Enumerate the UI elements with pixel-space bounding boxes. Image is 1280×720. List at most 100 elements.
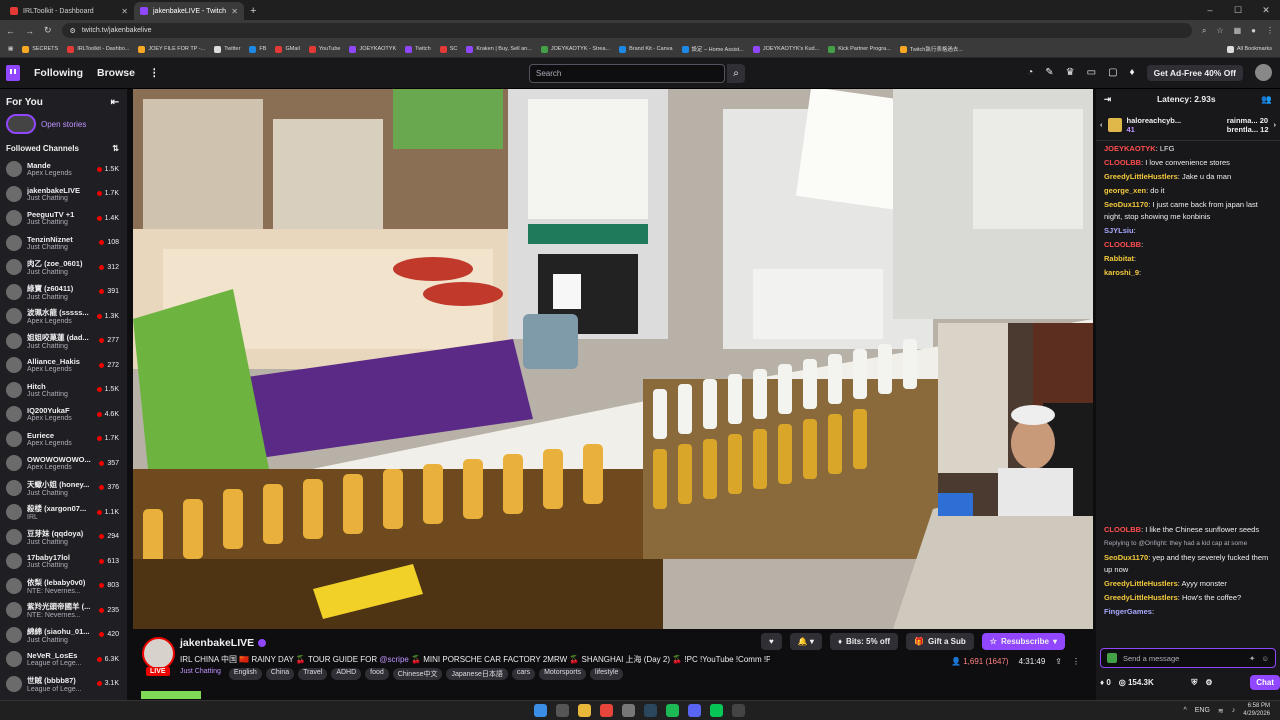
chat-username[interactable]: FingerGames xyxy=(1104,607,1152,616)
channel-avatar[interactable] xyxy=(142,637,175,670)
sidebar-channel[interactable]: 肉乙 (zoe_0601) Just Chatting 312 xyxy=(0,255,127,280)
bookmark-item[interactable]: Twitch執行表格過去... xyxy=(899,45,963,53)
chat-message[interactable]: GreedyLittleHustlers: Jake u da man xyxy=(1096,171,1280,183)
chat-username[interactable]: GreedyLittleHustlers xyxy=(1104,172,1178,181)
chat-input[interactable]: Send a message ✦ ☺ xyxy=(1100,648,1276,668)
user-avatar[interactable] xyxy=(1255,64,1272,81)
extensions-icon[interactable]: ▦ xyxy=(1234,26,1242,36)
bookmark-item[interactable]: YouTube xyxy=(308,45,340,53)
chat-username[interactable]: karoshi_9 xyxy=(1104,268,1139,277)
bookmark-item[interactable]: Kraken | Buy, Sell an... xyxy=(466,45,532,53)
chat-username[interactable]: SeoDux1170 xyxy=(1104,553,1148,562)
close-window-icon[interactable]: ✕ xyxy=(1252,0,1280,20)
chat-message[interactable]: CLOOLBB: I love convenience stores xyxy=(1096,157,1280,169)
bookmark-item[interactable]: FB xyxy=(249,45,266,53)
chat-message[interactable]: FingerGames: xyxy=(1096,606,1280,618)
bookmark-item[interactable]: JOEYKAOTYK - Strea... xyxy=(540,45,610,53)
browser-tab-twitch[interactable]: jakenbakeLIVE - Twitch ✕ xyxy=(134,2,244,20)
chat-username[interactable]: GreedyLittleHustlers xyxy=(1104,593,1178,602)
chat-username[interactable]: JOEYKAOTYK xyxy=(1104,144,1156,153)
stream-tag[interactable]: China xyxy=(265,668,295,680)
next-icon[interactable]: › xyxy=(1274,120,1277,129)
chat-username[interactable]: GreedyLittleHustlers xyxy=(1104,579,1178,588)
bookmark-item[interactable]: JOEYKAOTYK xyxy=(349,45,396,53)
file-explorer-icon[interactable] xyxy=(578,704,591,717)
chat-message[interactable]: george_xen: do it xyxy=(1096,185,1280,197)
sidebar-channel[interactable]: IQ200YukaF Apex Legends 4.6K xyxy=(0,402,127,427)
video-player[interactable] xyxy=(133,89,1093,629)
sort-icon[interactable]: ⇅ xyxy=(112,144,119,153)
stream-tag[interactable]: Chinese中文 xyxy=(392,668,443,680)
prev-icon[interactable]: ‹ xyxy=(1100,120,1103,129)
search-icon[interactable]: ⌕ xyxy=(727,64,745,83)
chat-message[interactable]: GreedyLittleHustlers: Ayyy monster xyxy=(1096,578,1280,590)
bookmark-item[interactable]: Brand Kit - Canva xyxy=(619,45,673,53)
sidebar-channel[interactable]: PeeguuTV +1 Just Chatting 1.4K xyxy=(0,206,127,231)
extension-icon[interactable]: ✎ xyxy=(1045,67,1053,78)
bookmark-item[interactable]: JOEY FILE FOR TP -... xyxy=(138,45,205,53)
search-icon[interactable] xyxy=(556,704,569,717)
reload-icon[interactable]: ↻ xyxy=(44,25,52,36)
ad-free-button[interactable]: Get Ad-Free 40% Off xyxy=(1146,64,1243,81)
sidebar-channel[interactable]: OWOWOWOWO... Apex Legends 357 xyxy=(0,451,127,476)
stream-tag[interactable]: cars xyxy=(511,668,536,680)
stream-tag[interactable]: ADHD xyxy=(331,668,362,680)
gift-sub-button[interactable]: 🎁 Gift a Sub xyxy=(906,633,974,650)
collapse-chat-icon[interactable]: ⇥ xyxy=(1104,94,1111,105)
wifi-icon[interactable]: ≋ xyxy=(1218,707,1224,715)
apps-icon[interactable]: ▦ xyxy=(8,46,13,52)
stream-tag[interactable]: Motorsports xyxy=(539,668,587,680)
bits-button[interactable]: ♦ Bits: 5% off xyxy=(829,633,899,650)
stream-tag[interactable]: English xyxy=(228,668,262,680)
follow-heart-button[interactable]: ♥ xyxy=(761,633,782,650)
sidebar-channel[interactable]: 殺楼 (xargon07... IRL 1.1K xyxy=(0,500,127,525)
crown-icon[interactable]: ♛ xyxy=(1066,67,1075,78)
sidebar-channel[interactable]: 天蠍小姐 (honey... Just Chatting 376 xyxy=(0,476,127,501)
chat-username[interactable]: CLOOLBB xyxy=(1104,158,1141,167)
forward-icon[interactable]: → xyxy=(25,26,34,36)
following-link[interactable]: Following xyxy=(34,67,83,79)
sidebar-channel[interactable]: 姐姐咬菓蓮 (dad... Just Chatting 277 xyxy=(0,329,127,354)
chat-message[interactable]: SeoDux1170: I just came back from japan … xyxy=(1096,199,1280,223)
url-field[interactable]: ⚙ twitch.tv/jakenbakelive xyxy=(61,23,1192,38)
chat-message[interactable]: Rabbitat: xyxy=(1096,253,1280,265)
community-icon[interactable]: 👥 xyxy=(1261,94,1272,105)
line-icon[interactable] xyxy=(710,704,723,717)
close-tab-icon[interactable]: ✕ xyxy=(231,7,238,16)
chat-message[interactable]: karoshi_9: xyxy=(1096,267,1280,279)
stream-tag[interactable]: Japanese日本語 xyxy=(446,668,508,680)
browser-menu-icon[interactable]: ⋮ xyxy=(1266,26,1274,36)
steam-icon[interactable] xyxy=(644,704,657,717)
new-tab-icon[interactable]: + xyxy=(244,2,262,20)
sidebar-channel[interactable]: jakenbakeLIVE Just Chatting 1.7K xyxy=(0,182,127,207)
spotify-icon[interactable] xyxy=(666,704,679,717)
bits-icon[interactable]: ♦ xyxy=(1130,67,1135,78)
maximize-icon[interactable]: ☐ xyxy=(1224,0,1252,20)
browse-link[interactable]: Browse xyxy=(97,67,135,79)
chat-message[interactable]: SeoDux1170: yep and they severely fucked… xyxy=(1096,552,1280,576)
search-input[interactable]: Search xyxy=(529,64,725,83)
sidebar-channel[interactable]: 豆芽妹 (qqdoya) Just Chatting 294 xyxy=(0,525,127,550)
close-tab-icon[interactable]: ✕ xyxy=(121,7,128,16)
clock[interactable]: 6:58 PM 4/29/2026 xyxy=(1243,703,1270,718)
bookmark-item[interactable]: IRLToolkit - Dashbo... xyxy=(67,45,129,53)
bookmark-item[interactable]: 設定 – Home Assist... xyxy=(681,45,744,53)
category-link[interactable]: Just Chatting xyxy=(180,668,221,680)
volume-icon[interactable]: ♪ xyxy=(1232,707,1236,714)
magic-icon[interactable]: ✦ xyxy=(1249,654,1255,663)
site-info-icon[interactable]: ⚙ xyxy=(70,27,76,35)
stream-tag[interactable]: Travel xyxy=(298,668,328,680)
bookmark-item[interactable]: Kick Partner Progra... xyxy=(828,45,891,53)
channel-name[interactable]: jakenbakeLIVE xyxy=(180,637,254,649)
stream-tag[interactable]: lifestyle xyxy=(590,668,624,680)
sidebar-channel[interactable]: 17baby17lol Just Chatting 613 xyxy=(0,549,127,574)
browser-tab-irltoolkit[interactable]: IRLToolkit - Dashboard ✕ xyxy=(4,2,134,20)
bookmark-item[interactable]: GMail xyxy=(275,45,300,53)
chat-message[interactable]: GreedyLittleHustlers: How's the coffee? xyxy=(1096,592,1280,604)
sidebar-channel[interactable]: Hitch Just Chatting 1.5K xyxy=(0,378,127,403)
chat-message[interactable]: SJYLsiu: xyxy=(1096,225,1280,237)
stream-tag[interactable]: food xyxy=(365,668,389,680)
bookmark-item[interactable]: Twitter xyxy=(214,45,240,53)
obs-icon[interactable] xyxy=(622,704,635,717)
bookmark-star-icon[interactable]: ☆ xyxy=(1216,26,1223,36)
